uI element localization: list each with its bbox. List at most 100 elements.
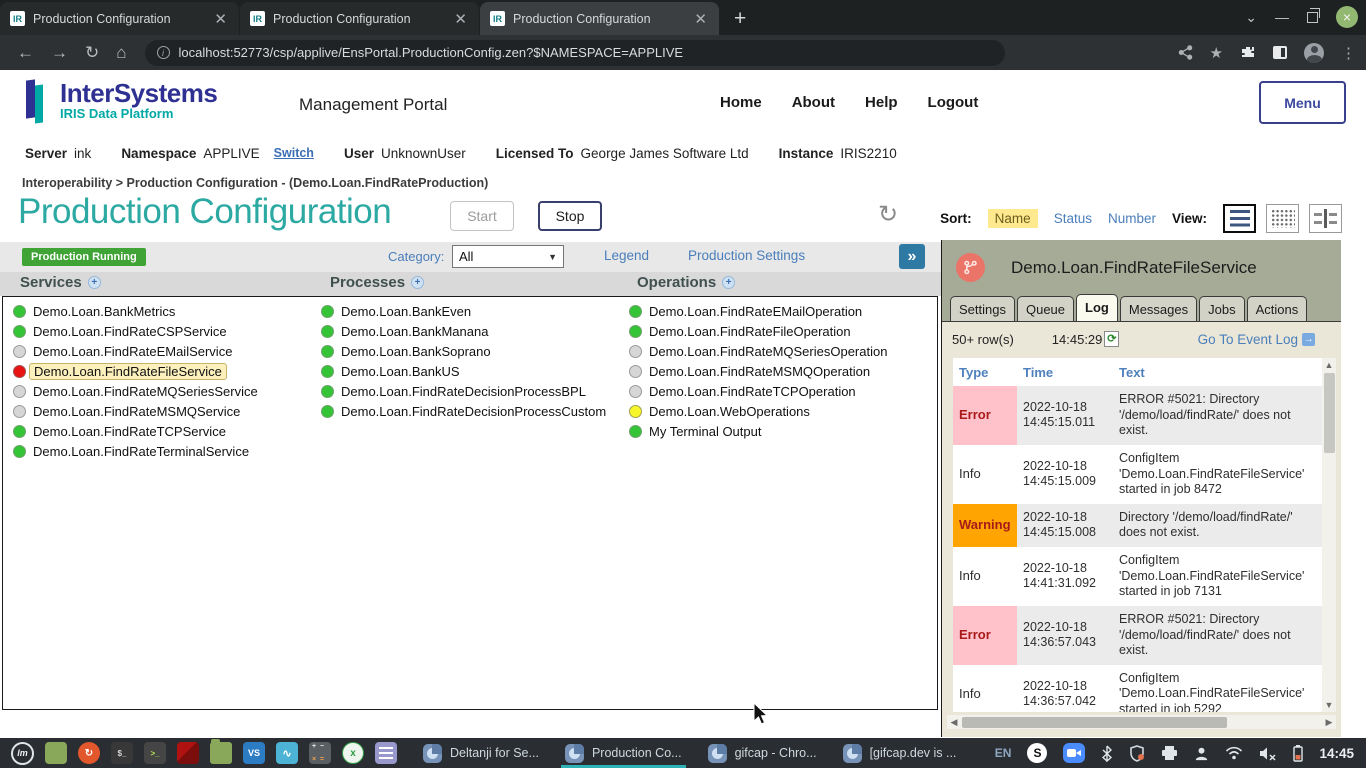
scroll-down-icon[interactable]: ▼ [1322,698,1336,712]
process-item[interactable]: Demo.Loan.FindRateDecisionProcessBPL [321,381,606,401]
process-item[interactable]: Demo.Loan.BankManana [321,321,606,341]
profile-avatar[interactable] [1304,43,1324,63]
skype-icon[interactable]: S [1027,743,1047,763]
service-item[interactable]: Demo.Loan.FindRateCSPService [13,321,258,341]
share-icon[interactable] [1178,45,1193,60]
service-item[interactable]: Demo.Loan.BankMetrics [13,301,258,321]
browser-menu-icon[interactable]: ⋮ [1341,44,1356,62]
taskbar-window-button[interactable]: [gifcap.dev is ... [843,738,957,768]
log-col-text[interactable]: Text [1113,358,1327,386]
sort-option[interactable]: Name [988,209,1038,228]
operation-item[interactable]: Demo.Loan.FindRateFileOperation [629,321,887,341]
terminal-icon[interactable]: $_ [111,742,133,764]
service-item[interactable]: Demo.Loan.FindRateEMailService [13,341,258,361]
panel-tab[interactable]: Messages [1120,296,1197,323]
log-col-type[interactable]: Type [953,358,1017,386]
tab-close-icon[interactable]: ✕ [692,10,709,28]
vertical-scroll-thumb[interactable] [1324,373,1335,453]
user-tray-icon[interactable] [1194,746,1209,761]
minimize-button[interactable]: — [1275,9,1289,25]
forward-icon[interactable]: → [51,43,68,63]
process-item[interactable]: Demo.Loan.BankEven [321,301,606,321]
notes-icon[interactable] [375,742,397,764]
expand-panel-button[interactable]: » [899,244,925,269]
address-bar[interactable]: i localhost:52773/csp/applive/EnsPortal.… [145,40,1005,66]
home-icon[interactable]: ⌂ [116,43,126,63]
process-item[interactable]: Demo.Loan.BankSoprano [321,341,606,361]
process-item[interactable]: Demo.Loan.FindRateDecisionProcessCustom [321,401,606,421]
panel-tab[interactable]: Jobs [1199,296,1244,323]
site-info-icon[interactable]: i [157,46,170,59]
sort-option[interactable]: Number [1108,211,1156,226]
add-operation-icon[interactable]: + [722,276,735,289]
stop-button[interactable]: Stop [538,201,602,231]
menu-button[interactable]: Menu [1259,81,1346,124]
browser-tab[interactable]: IR Production Configuration ✕ [0,2,239,35]
new-tab-button[interactable]: + [720,7,760,35]
maximize-button[interactable] [1307,12,1318,23]
back-icon[interactable]: ← [17,43,34,63]
panel-tab[interactable]: Actions [1247,296,1308,323]
close-window-button[interactable]: × [1336,6,1358,28]
system-monitor-icon[interactable]: ∿ [276,742,298,764]
top-nav-link[interactable]: Help [865,94,898,111]
zoom-icon[interactable] [1063,743,1085,763]
root-terminal-icon[interactable]: >_ [144,742,166,764]
scroll-up-icon[interactable]: ▲ [1322,358,1336,372]
folder-icon[interactable] [210,742,232,764]
breadcrumb[interactable]: Interoperability > Production Configurat… [22,176,488,190]
update-manager-icon[interactable]: ↻ [78,742,100,764]
operation-item[interactable]: Demo.Loan.FindRateTCPOperation [629,381,887,401]
deltanji-app-icon[interactable] [177,742,199,764]
top-nav-link[interactable]: Home [720,94,762,111]
start-button[interactable]: Start [450,201,514,231]
process-item[interactable]: Demo.Loan.BankUS [321,361,606,381]
split-view-icon[interactable] [1309,204,1342,233]
operation-item[interactable]: My Terminal Output [629,421,887,441]
add-service-icon[interactable]: + [88,276,101,289]
extensions-icon[interactable] [1240,45,1256,61]
browser-tab[interactable]: IR Production Configuration ✕ [240,2,479,35]
spreadsheet-icon[interactable]: x [342,742,364,764]
scroll-right-icon[interactable]: ▶ [1322,715,1336,729]
operation-item[interactable]: Demo.Loan.FindRateMSMQOperation [629,361,887,381]
horizontal-scrollbar[interactable]: ◀ ▶ [947,715,1336,729]
top-nav-link[interactable]: Logout [928,94,979,111]
file-manager-icon[interactable] [45,742,67,764]
service-item[interactable]: Demo.Loan.FindRateFileService [13,361,258,381]
volume-muted-icon[interactable] [1259,746,1277,761]
printer-icon[interactable] [1161,746,1178,761]
grid-view-icon[interactable] [1266,204,1299,233]
top-nav-link[interactable]: About [792,94,835,111]
scroll-left-icon[interactable]: ◀ [947,715,961,729]
taskbar-window-button[interactable]: gifcap - Chro... [708,738,817,768]
calculator-icon[interactable] [309,742,331,764]
wifi-icon[interactable] [1225,746,1243,760]
service-item[interactable]: Demo.Loan.FindRateTCPService [13,421,258,441]
service-item[interactable]: Demo.Loan.FindRateMSMQService [13,401,258,421]
horizontal-scroll-thumb[interactable] [962,717,1227,728]
panel-tab[interactable]: Log [1076,294,1118,323]
service-item[interactable]: Demo.Loan.FindRateMQSeriesService [13,381,258,401]
operation-item[interactable]: Demo.Loan.WebOperations [629,401,887,421]
tab-search-chevron-icon[interactable]: ⌄ [1245,9,1257,26]
language-indicator[interactable]: EN [995,746,1012,760]
panel-tab[interactable]: Settings [950,296,1015,323]
taskbar-window-button[interactable]: Production Co... [565,738,682,768]
vscode-icon[interactable]: VS [243,742,265,764]
sort-option[interactable]: Status [1054,211,1092,226]
production-settings-link[interactable]: Production Settings [688,248,805,263]
switch-link[interactable]: Switch [274,146,314,160]
list-view-icon[interactable] [1223,204,1256,233]
browser-tab[interactable]: IR Production Configuration ✕ [480,2,719,35]
tab-close-icon[interactable]: ✕ [452,10,469,28]
go-to-event-log-link[interactable]: Go To Event Log → [1198,332,1315,347]
log-col-time[interactable]: Time [1017,358,1113,386]
battery-icon[interactable] [1293,745,1303,762]
bluetooth-icon[interactable] [1101,745,1113,762]
add-process-icon[interactable]: + [411,276,424,289]
operation-item[interactable]: Demo.Loan.FindRateMQSeriesOperation [629,341,887,361]
side-panel-icon[interactable] [1273,46,1287,59]
taskbar-window-button[interactable]: Deltanji for Se... [423,738,539,768]
operation-item[interactable]: Demo.Loan.FindRateEMailOperation [629,301,887,321]
